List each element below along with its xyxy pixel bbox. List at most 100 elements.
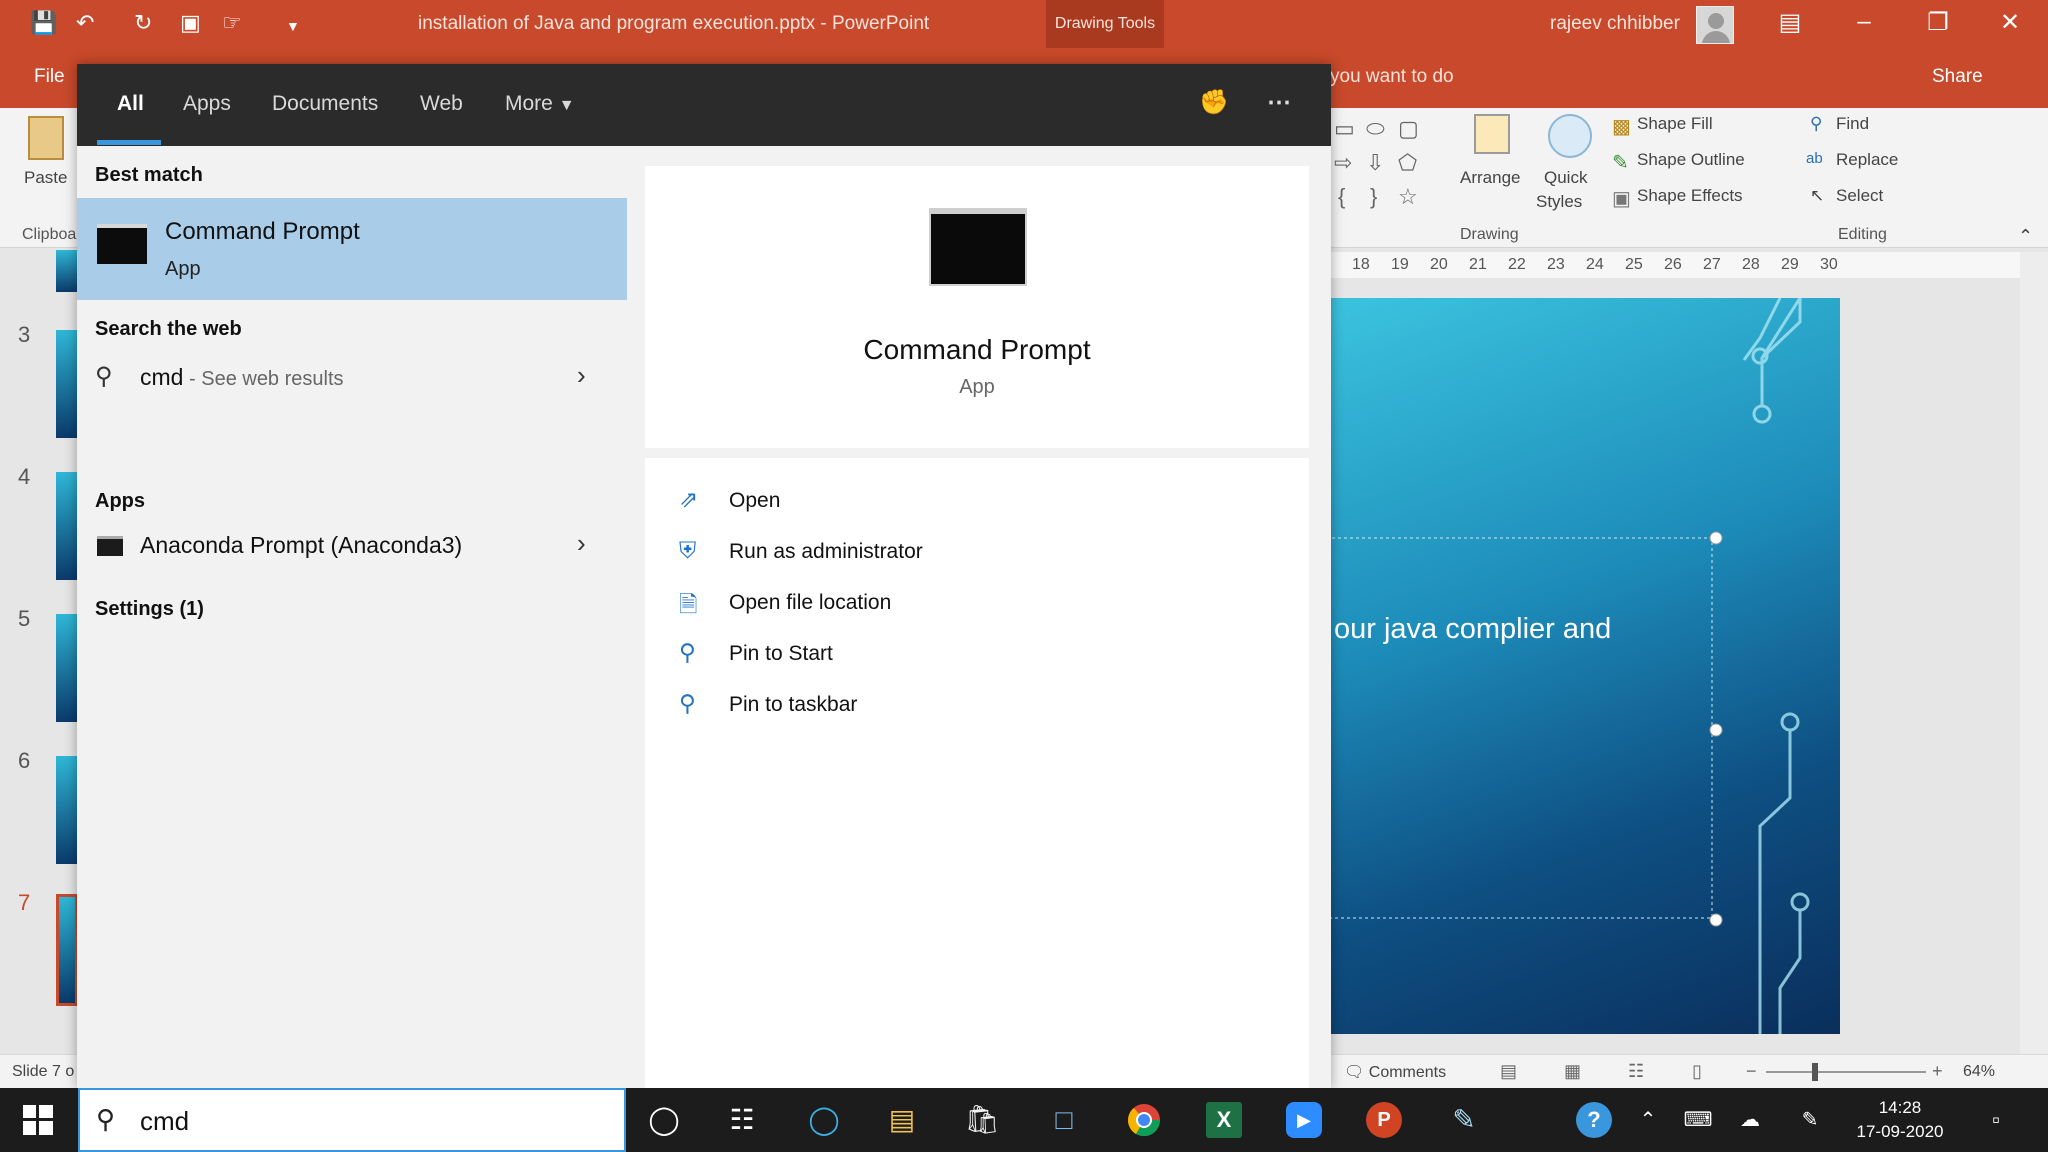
- action-open-file-location[interactable]: 🗎 Open file location: [645, 580, 1309, 626]
- right-brace-shape-icon[interactable]: }: [1370, 184, 1377, 210]
- close-button[interactable]: ✕: [1990, 8, 2030, 37]
- quick-styles-label-line1[interactable]: Quick: [1544, 168, 1587, 188]
- find-button[interactable]: Find: [1836, 114, 1869, 134]
- tab-more[interactable]: More ▼: [505, 92, 575, 116]
- tab-documents[interactable]: Documents: [272, 92, 378, 116]
- find-icon[interactable]: ⚲: [1810, 114, 1822, 134]
- replace-button[interactable]: Replace: [1836, 150, 1898, 170]
- undo-icon[interactable]: ↶: [76, 10, 94, 36]
- slide-sorter-icon[interactable]: ▦: [1564, 1061, 1581, 1082]
- shape-outline-button[interactable]: Shape Outline: [1637, 150, 1745, 170]
- zoom-level[interactable]: 64%: [1963, 1063, 1995, 1081]
- collapse-ribbon-icon[interactable]: ⌃: [2018, 226, 2033, 247]
- tab-apps[interactable]: Apps: [183, 92, 231, 116]
- minimize-button[interactable]: –: [1844, 8, 1884, 36]
- quick-styles-icon[interactable]: [1548, 114, 1592, 158]
- slide-thumbnail[interactable]: [56, 472, 78, 580]
- action-pin-to-start[interactable]: ⚲ Pin to Start: [645, 631, 1309, 677]
- redo-icon[interactable]: ↻: [134, 10, 152, 36]
- restore-button[interactable]: ❐: [1918, 8, 1958, 37]
- replace-icon[interactable]: ab: [1806, 150, 1823, 167]
- feedback-icon[interactable]: ✊: [1199, 88, 1229, 117]
- web-search-result[interactable]: ⚲ cmd - See web results ›: [77, 352, 627, 402]
- slide-thumbnail[interactable]: [56, 330, 78, 438]
- shape-fill-button[interactable]: Shape Fill: [1637, 114, 1713, 134]
- shape-outline-icon[interactable]: ✎: [1612, 150, 1629, 175]
- search-input[interactable]: [140, 1102, 610, 1140]
- more-options-icon[interactable]: ⋯: [1267, 88, 1291, 117]
- zoom-slider[interactable]: [1766, 1071, 1926, 1073]
- paste-button[interactable]: Paste: [24, 168, 67, 188]
- taskbar-search-box[interactable]: ⚲: [78, 1088, 626, 1152]
- paste-icon[interactable]: [28, 116, 64, 160]
- select-button[interactable]: Select: [1836, 186, 1883, 206]
- powerpoint-icon[interactable]: P: [1366, 1102, 1402, 1138]
- avatar[interactable]: [1696, 6, 1734, 44]
- excel-icon[interactable]: X: [1206, 1102, 1242, 1138]
- arrow-down-shape-icon[interactable]: ⇩: [1366, 150, 1384, 176]
- save-icon[interactable]: 💾: [30, 10, 57, 36]
- arrange-button[interactable]: Arrange: [1460, 168, 1520, 188]
- slide-body-text[interactable]: our java complier and: [1334, 613, 1611, 646]
- show-hidden-icons-icon[interactable]: ⌃: [1630, 1102, 1666, 1138]
- rectangle-shape-icon[interactable]: ▭: [1334, 116, 1355, 142]
- user-name[interactable]: rajeev chhibber: [1550, 13, 1680, 35]
- file-tab[interactable]: File: [34, 66, 65, 88]
- chrome-icon[interactable]: [1126, 1102, 1162, 1138]
- shape-effects-icon[interactable]: ▣: [1612, 186, 1631, 211]
- vertical-scrollbar[interactable]: [2020, 252, 2048, 1054]
- edge-browser-icon[interactable]: ◯: [806, 1102, 842, 1138]
- slideshow-icon[interactable]: ▣: [180, 10, 201, 36]
- oval-shape-icon[interactable]: ⬭: [1366, 116, 1385, 142]
- slide-thumbnail[interactable]: [56, 614, 78, 722]
- ribbon-display-options-icon[interactable]: ▤: [1770, 8, 1810, 37]
- taskbar-clock[interactable]: 14:28 17-09-2020: [1850, 1096, 1950, 1144]
- arrange-icon[interactable]: [1474, 114, 1510, 154]
- best-match-item[interactable]: Command Prompt App: [77, 198, 627, 300]
- store-icon[interactable]: 🛍: [964, 1102, 1000, 1138]
- normal-view-icon[interactable]: ▤: [1500, 1061, 1517, 1082]
- start-button[interactable]: [20, 1102, 56, 1138]
- zoom-app-icon[interactable]: ▶: [1286, 1102, 1322, 1138]
- slide-thumbnail[interactable]: [56, 250, 78, 292]
- customize-qat-icon[interactable]: ▼: [286, 18, 300, 34]
- shapes-gallery[interactable]: ▭ ⬭ ▢ ⇨ ⇩ ⬠ { } ☆: [1334, 116, 1444, 216]
- tab-web[interactable]: Web: [420, 92, 463, 116]
- zoom-out-icon[interactable]: −: [1746, 1061, 1757, 1082]
- chevron-right-icon[interactable]: ›: [577, 360, 586, 391]
- app-result-anaconda[interactable]: Anaconda Prompt (Anaconda3) ›: [77, 520, 627, 570]
- action-pin-to-taskbar[interactable]: ⚲ Pin to taskbar: [645, 682, 1309, 728]
- zoom-slider-thumb[interactable]: [1812, 1063, 1818, 1081]
- snipping-tool-icon[interactable]: □: [1046, 1102, 1082, 1138]
- notifications-icon[interactable]: ▫: [1978, 1102, 2014, 1138]
- active-slide-thumbnail[interactable]: [56, 894, 78, 1006]
- quick-styles-label-line2[interactable]: Styles: [1536, 192, 1582, 212]
- settings-heading[interactable]: Settings (1): [95, 598, 204, 621]
- action-open[interactable]: ⇗ Open: [645, 478, 1309, 524]
- slide-canvas[interactable]: our java complier and: [1330, 298, 1840, 1034]
- left-brace-shape-icon[interactable]: {: [1338, 184, 1345, 210]
- pentagon-shape-icon[interactable]: ⬠: [1398, 150, 1417, 176]
- action-run-as-admin[interactable]: ⛨ Run as administrator: [645, 529, 1309, 575]
- chevron-right-icon[interactable]: ›: [577, 528, 586, 559]
- cortana-icon[interactable]: ◯: [646, 1102, 682, 1138]
- file-explorer-icon[interactable]: ▤: [884, 1102, 920, 1138]
- reading-view-icon[interactable]: ☷: [1628, 1061, 1644, 1082]
- comments-button[interactable]: 🗨 Comments: [1344, 1062, 1446, 1082]
- tab-all[interactable]: All: [117, 92, 144, 116]
- rounded-rect-shape-icon[interactable]: ▢: [1398, 116, 1419, 142]
- star-shape-icon[interactable]: ☆: [1398, 184, 1418, 210]
- notepad-icon[interactable]: ✎: [1446, 1102, 1482, 1138]
- task-view-icon[interactable]: ☷: [724, 1102, 760, 1138]
- arrow-right-shape-icon[interactable]: ⇨: [1334, 150, 1352, 176]
- zoom-in-icon[interactable]: +: [1932, 1061, 1943, 1082]
- touch-mode-icon[interactable]: ☞: [222, 10, 242, 36]
- slide-thumbnail[interactable]: [56, 756, 78, 864]
- share-button[interactable]: Share: [1932, 66, 1983, 88]
- shape-effects-button[interactable]: Shape Effects: [1637, 186, 1743, 206]
- onedrive-icon[interactable]: ☁: [1732, 1102, 1768, 1138]
- pen-icon[interactable]: ✎: [1792, 1102, 1828, 1138]
- ime-icon[interactable]: ⌨: [1680, 1102, 1716, 1138]
- select-icon[interactable]: ↖: [1810, 186, 1824, 206]
- tell-me-box[interactable]: you want to do: [1330, 66, 1454, 88]
